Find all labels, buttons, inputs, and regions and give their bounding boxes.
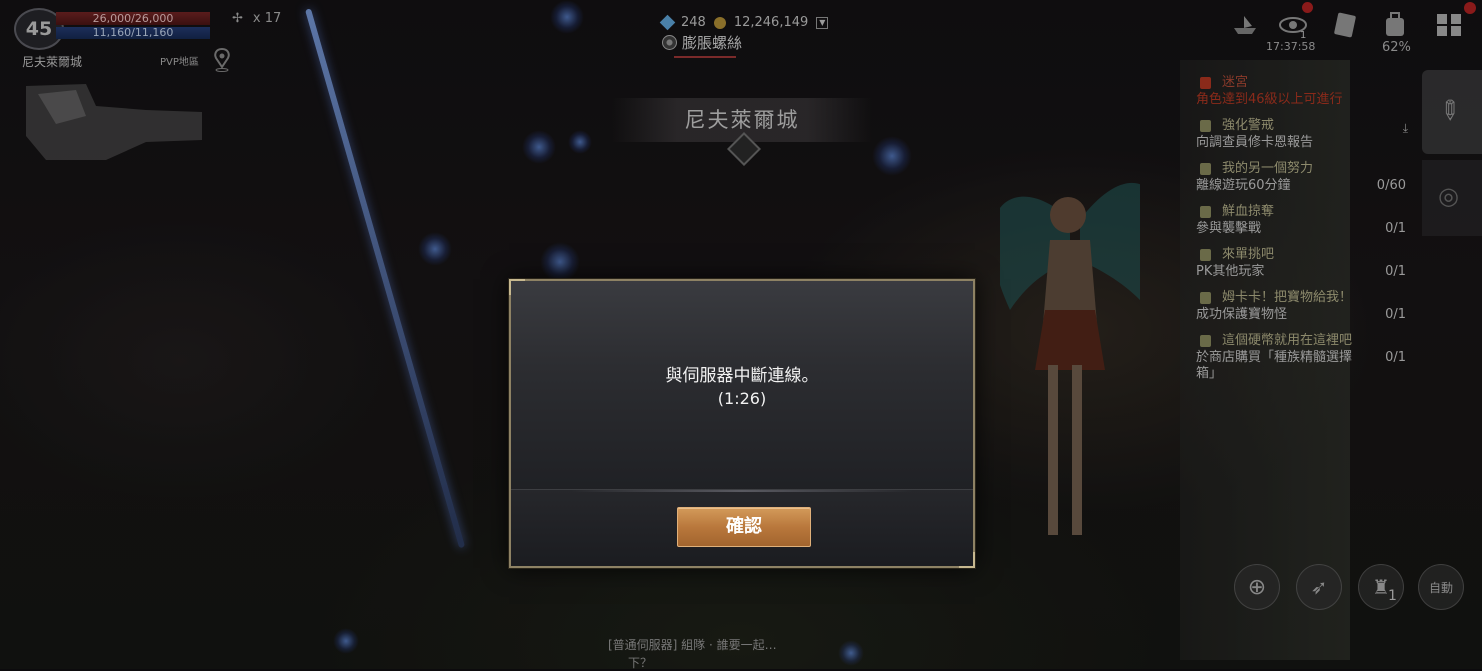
quest-book-icon[interactable] (1330, 12, 1360, 38)
clock: 17:37:58 (1266, 40, 1316, 53)
quest-title-text: 迷宮 (1222, 75, 1249, 90)
diamond-icon (659, 14, 676, 31)
target-lock-button[interactable]: ⊕ (1234, 564, 1280, 610)
crosshair-icon: ✢ (232, 11, 243, 26)
chat-line[interactable]: [普通伺服器] 組隊 · 誰要一起… (608, 636, 777, 653)
quest-item[interactable]: 鮮血掠奪參與襲擊戰 0/1 (1196, 203, 1410, 237)
skill-helmet-button[interactable]: ♜ (1358, 564, 1404, 610)
confirm-button[interactable]: 確認 (677, 507, 811, 547)
active-buff[interactable]: 膨脹螺絲 (662, 32, 742, 53)
event-badge (1302, 2, 1313, 13)
currency-bar: 248 12,246,149 ▼ (659, 14, 829, 31)
quest-title: 這個硬幣就用在這裡吧 (1196, 332, 1410, 350)
quest-title-text: 我的另一個努力 (1222, 161, 1314, 176)
scroll-icon: ✎ (1430, 92, 1468, 130)
download-icon[interactable]: ⤓ (1403, 119, 1408, 137)
dialog-message: 與伺服器中斷連線。 (665, 366, 819, 386)
pvp-label: PVP地區 (160, 57, 199, 68)
quest-description: 向調查員修卡恩報告 (1196, 135, 1410, 151)
target-icon: ◎ (1438, 182, 1459, 210)
quest-title: 來單挑吧 (1196, 246, 1410, 264)
quest-title-text: 這個硬幣就用在這裡吧 (1222, 333, 1353, 348)
quest-title-text: 鮮血掠奪 (1222, 204, 1275, 219)
quest-icon (1200, 77, 1211, 89)
gold-count: 12,246,149 (733, 15, 809, 30)
quest-tracker: 迷宮角色達到46級以上可進行強化警戒 ⤓ 向調查員修卡恩報告我的另一個努力離線遊玩6… (1196, 74, 1410, 391)
chat-line-continued[interactable]: 下？ (628, 654, 652, 671)
dialog-corner (509, 279, 525, 295)
mp-bar: 11,160/11,160 (56, 27, 210, 39)
quest-item[interactable]: 姆卡卡！把寶物給我！ 成功保護寶物怪 0/1 (1196, 289, 1410, 323)
arrow-icon: ➶ (1310, 575, 1328, 599)
quest-item[interactable]: 強化警戒 ⤓ 向調查員修卡恩報告 (1196, 117, 1410, 151)
dialog-error-code: (1:26) (717, 389, 767, 408)
crosshair-icon: ⊕ (1247, 574, 1267, 600)
quest-title: 迷宮 (1196, 74, 1410, 92)
quest-icon (1200, 292, 1211, 304)
quest-item[interactable]: 迷宮角色達到46級以上可進行 (1196, 74, 1410, 108)
quest-description: 於商店購買「種族精髓選擇箱」 0/1 (1196, 350, 1410, 382)
battery-level: 62% (1382, 40, 1411, 55)
quest-desc-text: 向調查員修卡恩報告 (1196, 135, 1314, 150)
quest-item[interactable]: 來單挑吧 PK其他玩家 0/1 (1196, 246, 1410, 280)
quest-progress (1380, 135, 1406, 151)
dialog-footer: 確認 (511, 489, 973, 566)
quest-description: 角色達到46級以上可進行 (1196, 92, 1410, 108)
side-tab-quest[interactable]: ✎ (1422, 70, 1482, 154)
quest-icon (1200, 163, 1211, 175)
quest-icon (1200, 206, 1211, 218)
chevron-down-icon[interactable]: ▼ (816, 16, 829, 29)
minimap[interactable] (26, 76, 202, 160)
boat-icon[interactable] (1230, 12, 1260, 38)
quest-description: 成功保護寶物怪 0/1 (1196, 307, 1410, 323)
quest-desc-text: 角色達到46級以上可進行 (1196, 92, 1343, 107)
quest-desc-text: 離線遊玩60分鐘 (1196, 178, 1291, 193)
zone-name: 尼夫萊爾城 (22, 55, 83, 69)
quest-icon (1200, 249, 1211, 261)
map-pin-icon[interactable] (212, 48, 232, 72)
quest-progress: 0/1 (1385, 264, 1406, 279)
quest-title: 姆卡卡！把寶物給我！ (1196, 289, 1410, 307)
item-count: ✢ x 17 (232, 11, 281, 26)
quest-title-text: 強化警戒 (1222, 118, 1275, 133)
side-tab-target[interactable]: ◎ (1422, 160, 1482, 236)
buff-label: 膨脹螺絲 (682, 34, 743, 52)
quest-desc-text: PK其他玩家 (1196, 264, 1265, 279)
quest-item[interactable]: 這個硬幣就用在這裡吧於商店購買「種族精髓選擇箱」 0/1 (1196, 332, 1410, 382)
quest-desc-text: 成功保護寶物怪 (1196, 307, 1288, 322)
quest-title: 我的另一個努力 (1196, 160, 1410, 178)
quest-icon (1200, 335, 1211, 347)
quest-desc-text: 於商店購買「種族精髓選擇箱」 (1196, 350, 1353, 381)
quest-desc-text: 參與襲擊戰 (1196, 221, 1262, 236)
buff-timer-bar (674, 56, 736, 58)
menu-notification-badge (1464, 2, 1476, 14)
dash-button[interactable]: ➶ (1296, 564, 1342, 610)
auto-label: 自動 (1428, 580, 1453, 595)
hp-bar: 26,000/26,000 (56, 12, 210, 25)
item-count-label: x 17 (252, 11, 282, 26)
menu-grid-icon[interactable] (1434, 12, 1464, 38)
diamond-count: 248 (681, 15, 706, 30)
quest-title-text: 來單挑吧 (1222, 247, 1275, 262)
quest-progress: 0/1 (1385, 350, 1406, 365)
quest-progress: 0/60 (1376, 178, 1406, 193)
quest-progress: 0/1 (1385, 221, 1406, 236)
quest-title: 強化警戒 ⤓ (1196, 117, 1410, 135)
quest-icon (1200, 120, 1211, 132)
quest-progress (1380, 92, 1406, 108)
quest-description: 參與襲擊戰 0/1 (1196, 221, 1410, 237)
quest-item[interactable]: 我的另一個努力離線遊玩60分鐘 0/60 (1196, 160, 1410, 194)
auto-button[interactable]: 自動 (1418, 564, 1464, 610)
buff-icon (662, 35, 677, 50)
quest-description: 離線遊玩60分鐘 0/60 (1196, 178, 1410, 194)
skill-charges: 1 (1388, 588, 1397, 604)
gold-coin-icon (713, 16, 726, 29)
quest-progress: 0/1 (1385, 307, 1406, 322)
quest-title: 鮮血掠奪 (1196, 203, 1410, 221)
quest-description: PK其他玩家 0/1 (1196, 264, 1410, 280)
quest-title-text: 姆卡卡！把寶物給我！ (1222, 290, 1353, 305)
backpack-icon[interactable] (1380, 12, 1410, 38)
disconnect-dialog: 與伺服器中斷連線。 (1:26) 確認 (509, 279, 975, 568)
